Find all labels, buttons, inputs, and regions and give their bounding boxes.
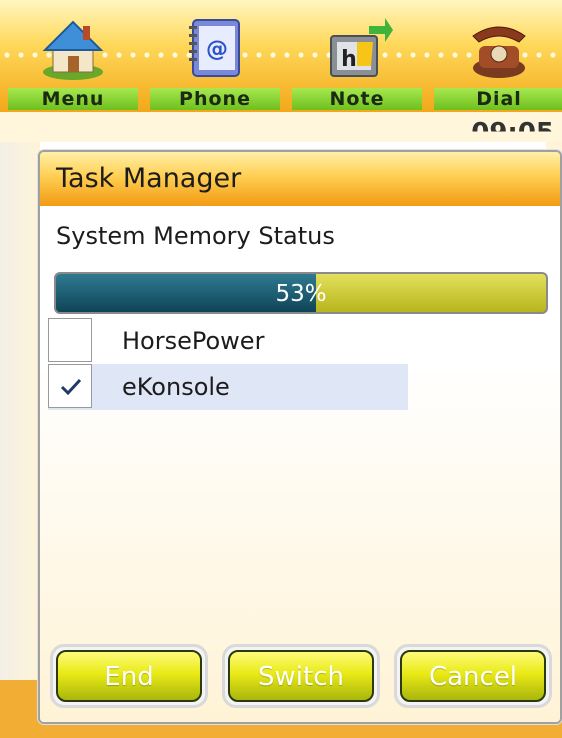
switch-button-label: Switch <box>228 650 374 702</box>
memory-status-label: System Memory Status <box>56 222 335 250</box>
shortcut-label-menu: Menu <box>8 88 138 110</box>
svg-text:@: @ <box>206 37 228 62</box>
checkmark-icon <box>60 378 82 396</box>
background-left <box>0 142 40 738</box>
task-checkbox-horsepower[interactable] <box>48 318 92 362</box>
shortcut-bar: Menu @ Phone h Note Dial <box>0 0 562 112</box>
task-name: HorsePower <box>122 327 265 355</box>
cancel-button[interactable]: Cancel <box>394 644 552 708</box>
dialog-title: Task Manager <box>40 152 560 206</box>
shortcut-label-note: Note <box>292 88 422 110</box>
task-row-horsepower[interactable]: HorsePower <box>48 318 408 364</box>
end-button[interactable]: End <box>50 644 208 708</box>
task-manager-dialog: Task Manager System Memory Status 53% Ho… <box>38 150 562 724</box>
shortcut-note[interactable]: h Note <box>292 0 422 112</box>
task-name: eKonsole <box>122 373 230 401</box>
shortcut-label-phone: Phone <box>150 88 280 110</box>
dialog-button-bar: End Switch Cancel <box>50 644 556 714</box>
cancel-button-label: Cancel <box>400 650 546 702</box>
home-icon <box>42 20 104 80</box>
task-row-ekonsole[interactable]: eKonsole <box>48 364 408 410</box>
screen: Menu @ Phone h Note Dial Task Manager Sy… <box>0 0 562 738</box>
task-list: HorsePower eKonsole <box>48 318 408 410</box>
shortcut-phone[interactable]: @ Phone <box>150 0 280 112</box>
memory-percent: 53% <box>275 281 327 307</box>
memory-progress-bar: 53% <box>54 272 548 314</box>
note-icon: h <box>330 18 393 77</box>
shortcut-dial[interactable]: Dial <box>434 0 562 112</box>
shortcut-menu[interactable]: Menu <box>8 0 138 112</box>
address-book-icon: @ <box>189 19 240 77</box>
telephone-icon <box>472 26 526 78</box>
svg-text:h: h <box>341 47 357 72</box>
end-button-label: End <box>56 650 202 702</box>
shortcut-label-dial: Dial <box>434 88 562 110</box>
task-checkbox-ekonsole[interactable] <box>48 364 92 408</box>
switch-button[interactable]: Switch <box>222 644 380 708</box>
